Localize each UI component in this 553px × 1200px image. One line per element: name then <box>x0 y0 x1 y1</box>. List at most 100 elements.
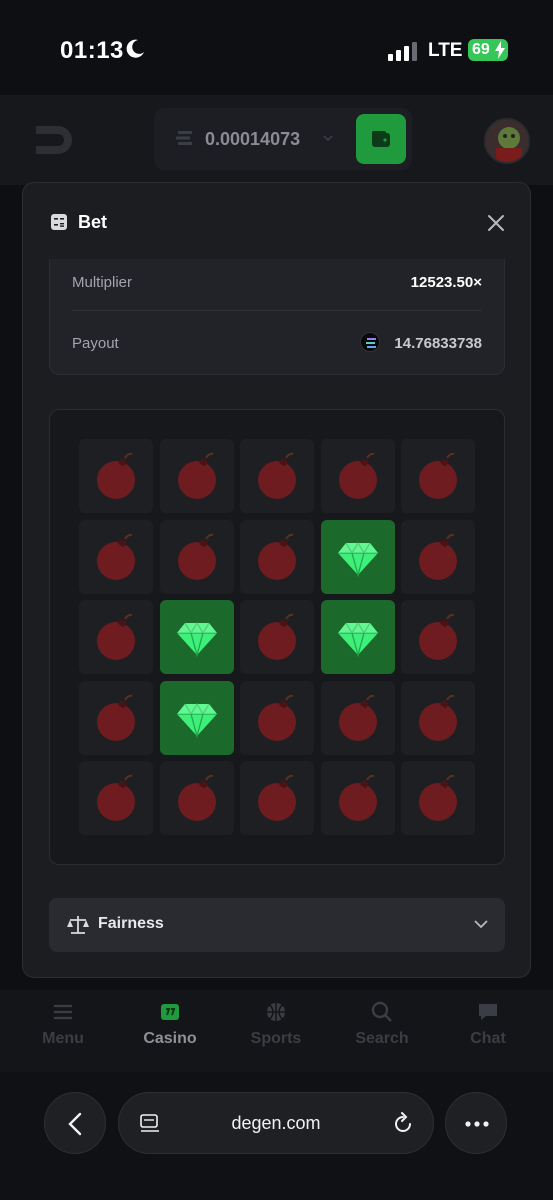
fairness-toggle[interactable]: Fairness <box>49 898 505 952</box>
bomb-tile[interactable] <box>240 761 314 835</box>
bomb-icon <box>177 452 216 499</box>
bomb-icon <box>338 774 377 821</box>
bomb-icon <box>258 533 296 580</box>
gem-tile[interactable] <box>159 680 234 755</box>
chevron-down-icon <box>323 135 333 142</box>
bet-modal: Bet Multiplier 12523.50× Payout 14.76833… <box>22 182 531 978</box>
bomb-tile[interactable] <box>320 439 395 513</box>
more-button[interactable] <box>445 1092 507 1154</box>
bomb-tile[interactable] <box>79 680 153 755</box>
payout-row: Payout 14.76833738 <box>72 330 482 360</box>
multiplier-label: Multiplier <box>72 274 133 291</box>
battery-indicator: 69 <box>468 39 508 61</box>
bomb-tile[interactable] <box>401 439 475 513</box>
bomb-icon <box>419 533 457 580</box>
wallet-button[interactable] <box>356 114 406 164</box>
nav-sports[interactable]: Sports <box>226 990 326 1072</box>
nav-chat[interactable]: Chat <box>438 990 538 1072</box>
sports-icon <box>267 1003 285 1021</box>
nav-label: Sports <box>250 1030 302 1047</box>
bomb-icon <box>419 774 457 821</box>
reload-icon[interactable] <box>391 1112 415 1136</box>
address-bar[interactable]: degen.com <box>118 1092 434 1154</box>
bomb-icon <box>419 452 457 499</box>
status-bar: 01:13 LTE 69 <box>0 0 553 95</box>
bottom-nav: Menu Casino Sports Search Chat <box>0 990 553 1072</box>
payout-value: 14.76833738 <box>394 335 482 352</box>
gem-icon <box>337 621 378 658</box>
bomb-tile[interactable] <box>320 761 395 835</box>
bomb-tile[interactable] <box>240 680 314 755</box>
nav-casino[interactable]: Casino <box>120 990 220 1072</box>
bomb-tile[interactable] <box>79 519 153 594</box>
bomb-icon <box>97 774 135 821</box>
fairness-label: Fairness <box>98 915 164 932</box>
moon-icon <box>126 39 144 58</box>
mines-board <box>49 409 505 865</box>
back-button[interactable] <box>44 1092 106 1154</box>
bomb-icon <box>97 452 135 499</box>
chevron-left-icon <box>68 1112 82 1136</box>
gem-tile[interactable] <box>320 519 395 594</box>
url-text: degen.com <box>231 1113 321 1133</box>
bomb-icon <box>97 533 135 580</box>
gem-icon <box>337 541 378 577</box>
bomb-icon <box>338 694 377 741</box>
bomb-icon <box>97 613 135 660</box>
bomb-tile[interactable] <box>401 600 475 674</box>
degen-logo[interactable] <box>34 124 74 156</box>
bomb-tile[interactable] <box>240 600 314 674</box>
bomb-icon <box>258 613 296 660</box>
bomb-icon <box>338 452 377 499</box>
search-icon <box>371 1001 392 1022</box>
solana-coin-icon <box>360 332 380 352</box>
gem-tile[interactable] <box>320 600 395 674</box>
browser-toolbar: degen.com <box>0 1072 553 1200</box>
signal-icon <box>388 42 417 61</box>
bomb-icon <box>258 694 296 741</box>
bomb-tile[interactable] <box>401 519 475 594</box>
bomb-tile[interactable] <box>240 439 314 513</box>
modal-title: Bet <box>78 212 108 232</box>
battery-level: 69 <box>472 41 490 58</box>
bomb-tile[interactable] <box>401 761 475 835</box>
payout-label: Payout <box>72 335 119 352</box>
nav-search[interactable]: Search <box>332 990 432 1072</box>
menu-icon <box>54 1004 72 1020</box>
bomb-tile[interactable] <box>159 519 234 594</box>
gem-tile[interactable] <box>159 600 234 674</box>
multiplier-value: 12523.50× <box>410 274 482 291</box>
bomb-tile[interactable] <box>159 761 234 835</box>
nav-menu[interactable]: Menu <box>13 990 113 1072</box>
status-time: 01:13 <box>60 37 124 64</box>
bomb-tile[interactable] <box>79 439 153 513</box>
more-icon <box>465 1121 489 1127</box>
chat-icon <box>479 1004 497 1020</box>
nav-label: Casino <box>143 1030 197 1047</box>
bomb-icon <box>419 694 457 741</box>
bomb-tile[interactable] <box>240 519 314 594</box>
user-avatar[interactable] <box>484 118 530 164</box>
bomb-tile[interactable] <box>79 600 153 674</box>
bomb-icon <box>97 694 135 741</box>
bomb-tile[interactable] <box>401 680 475 755</box>
summary-divider <box>72 310 482 311</box>
bomb-icon <box>177 774 216 821</box>
bomb-tile[interactable] <box>79 761 153 835</box>
chevron-down-icon <box>474 920 488 929</box>
casino-icon <box>161 1004 179 1020</box>
bomb-icon <box>258 452 296 499</box>
bomb-tile[interactable] <box>159 439 234 513</box>
wallet-icon <box>372 131 390 147</box>
bomb-icon <box>419 613 457 660</box>
nav-label: Menu <box>42 1030 84 1047</box>
multiplier-row: Multiplier 12523.50× <box>72 269 482 299</box>
gem-icon <box>176 621 217 658</box>
close-icon[interactable] <box>485 212 507 234</box>
nav-label: Chat <box>470 1030 506 1047</box>
bomb-tile[interactable] <box>320 680 395 755</box>
bomb-icon <box>177 533 216 580</box>
nav-label: Search <box>355 1030 409 1047</box>
gem-icon <box>176 702 217 738</box>
scale-icon <box>67 916 89 934</box>
